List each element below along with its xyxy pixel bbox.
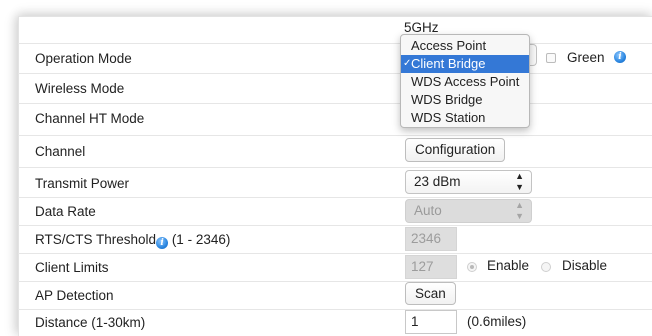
row-distance: Distance (1-30km) [18,309,652,336]
option-wds-access-point[interactable]: WDS Access Point [401,73,529,91]
scan-button[interactable]: Scan [405,282,456,305]
green-checkbox[interactable] [546,53,556,63]
info-icon[interactable]: i [614,51,626,63]
data-rate-value: Auto [414,203,442,218]
channel-label: Channel [35,144,86,159]
row-data-rate: Data Rate [18,197,652,226]
client-limits-input[interactable]: 127 [405,255,457,279]
transmit-power-label: Transmit Power [35,176,130,191]
rts-cts-label: RTS/CTS Threshold i (1 - 2346) [35,232,231,249]
transmit-power-select[interactable]: 23 dBm ▲ ▼ [405,170,532,194]
option-wds-bridge[interactable]: WDS Bridge [401,91,529,109]
info-icon[interactable]: i [156,237,169,249]
client-limits-disable-radio[interactable] [541,262,551,272]
operation-mode-label: Operation Mode [35,51,132,66]
row-rts-cts: RTS/CTS Threshold i (1 - 2346) [18,225,652,254]
updown-arrows-icon: ▲ ▼ [515,200,524,221]
ap-detection-label: AP Detection [35,288,114,303]
data-rate-label: Data Rate [35,204,96,219]
distance-label: Distance (1-30km) [35,315,146,330]
row-wireless-mode: Wireless Mode [18,73,652,104]
distance-input[interactable]: 1 [405,310,457,334]
row-channel: Channel [18,135,652,168]
client-limits-enable-radio[interactable] [467,262,477,272]
channel-ht-mode-label: Channel HT Mode [35,111,145,126]
checkmark-icon: ✓ [403,58,412,69]
wireless-mode-label: Wireless Mode [35,81,125,96]
enable-label: Enable [487,258,530,273]
row-ap-detection: AP Detection [18,281,652,310]
operation-mode-dropdown: Access Point ✓ Client Bridge WDS Access P… [400,34,530,128]
transmit-power-value: 23 dBm [414,174,461,189]
client-limits-label: Client Limits [35,260,109,275]
configuration-button[interactable]: Configuration [405,138,506,162]
rts-cts-input[interactable]: 2346 [405,227,457,251]
band-header: 5GHz [404,20,439,35]
row-operation-mode: Operation Mode [18,43,652,74]
row-client-limits: Client Limits [18,253,652,282]
data-rate-select[interactable]: Auto ▲ ▼ [405,199,532,223]
option-wds-station[interactable]: WDS Station [401,109,529,127]
distance-note: (0.6miles) [467,314,527,329]
row-channel-ht-mode: Channel HT Mode [18,103,652,136]
green-label: Green [567,50,605,65]
option-client-bridge[interactable]: ✓ Client Bridge [401,55,529,73]
updown-arrows-icon: ▲ ▼ [515,171,524,192]
disable-label: Disable [562,258,608,273]
option-access-point[interactable]: Access Point [401,37,529,55]
row-transmit-power: Transmit Power [18,167,652,198]
